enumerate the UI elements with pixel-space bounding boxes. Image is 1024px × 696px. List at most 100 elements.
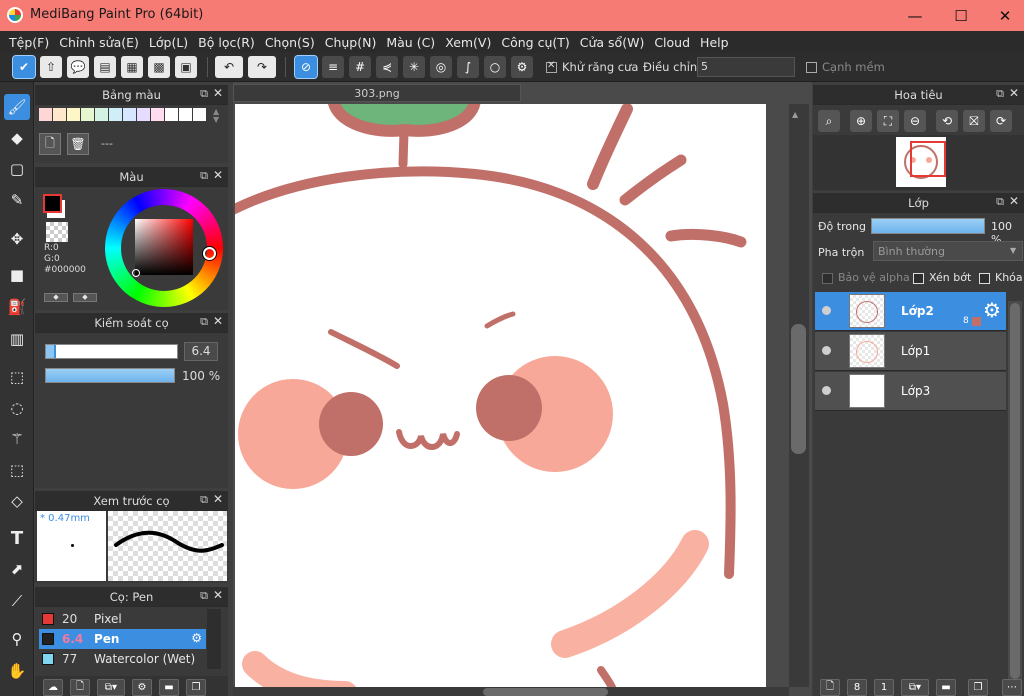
layer-visibility-icon[interactable] bbox=[822, 306, 831, 315]
clipping-checkbox[interactable] bbox=[913, 273, 924, 284]
close-icon[interactable]: ✕ bbox=[213, 168, 223, 182]
hue-wheel[interactable] bbox=[105, 189, 223, 307]
snap-settings-gear-icon[interactable]: ⚙ bbox=[511, 56, 533, 78]
parallel-snap-icon[interactable]: ≡ bbox=[322, 56, 344, 78]
radial-snap-icon[interactable]: ✳ bbox=[403, 56, 425, 78]
redo-icon[interactable]: ↷ bbox=[248, 56, 276, 78]
menu-item[interactable]: Màu (C) bbox=[381, 35, 440, 50]
drawing-canvas[interactable] bbox=[235, 104, 766, 687]
saturation-value-square[interactable] bbox=[135, 219, 193, 275]
menu-item[interactable]: Bộ lọc(R) bbox=[193, 35, 260, 50]
palette-swatch[interactable] bbox=[123, 108, 136, 121]
move-tool-icon[interactable]: ✥ bbox=[4, 226, 30, 252]
trash-icon[interactable]: 🗑 bbox=[67, 133, 89, 155]
foreground-color-swatch[interactable] bbox=[43, 194, 62, 213]
curve-snap-icon[interactable]: ∫ bbox=[457, 56, 479, 78]
brush-cloud-icon[interactable]: ☁ bbox=[43, 679, 63, 696]
duplicate-layer-icon[interactable]: ❐ bbox=[968, 679, 988, 696]
gradient-tool-icon[interactable]: ▥ bbox=[4, 326, 30, 352]
page-icon[interactable]: ▦ bbox=[121, 56, 143, 78]
palette-scroll-arrows[interactable]: ▲ ▼ bbox=[213, 108, 219, 124]
rotate-left-icon[interactable]: ⟲ bbox=[936, 110, 958, 132]
vanishing-point-icon[interactable]: ⋞ bbox=[376, 56, 398, 78]
circle-snap-icon[interactable]: ◎ bbox=[430, 56, 452, 78]
page-manage-icon[interactable]: ▩ bbox=[148, 56, 170, 78]
brush-item[interactable]: 77 Watercolor (Wet) bbox=[39, 649, 206, 669]
select-eraser-tool-icon[interactable]: ◇ bbox=[4, 488, 30, 514]
brush-size-value[interactable]: 6.4 bbox=[184, 342, 218, 361]
fit-screen-icon[interactable]: ⛶ bbox=[877, 110, 899, 132]
close-icon[interactable]: ✕ bbox=[213, 86, 223, 100]
pop-out-icon[interactable]: ⧉ bbox=[200, 589, 208, 603]
bucket-tool-icon[interactable]: ⛽ bbox=[4, 294, 30, 320]
pop-out-icon[interactable]: ⧉ bbox=[200, 87, 208, 101]
hue-handle[interactable] bbox=[203, 247, 216, 260]
pop-out-icon[interactable]: ⧉ bbox=[200, 315, 208, 329]
menu-item[interactable]: Xem(V) bbox=[440, 35, 496, 50]
new-brush-icon[interactable]: 🗋 bbox=[70, 679, 90, 696]
lock-checkbox[interactable] bbox=[979, 273, 990, 284]
menu-item[interactable]: Chỉnh sửa(E) bbox=[54, 35, 144, 50]
layer-row[interactable]: Lớp1 bbox=[815, 332, 1006, 371]
navigator-preview-area[interactable] bbox=[813, 135, 1024, 190]
menu-item[interactable]: Tệp(F) bbox=[4, 35, 54, 50]
palette-swatches[interactable] bbox=[39, 108, 209, 126]
vertical-scroll-thumb[interactable] bbox=[791, 324, 806, 454]
text-tool-icon[interactable]: T bbox=[4, 525, 30, 551]
brush-tool-icon[interactable]: 🖌 bbox=[4, 94, 30, 120]
layer-visibility-icon[interactable] bbox=[822, 386, 831, 395]
soft-edge-checkbox[interactable] bbox=[806, 62, 817, 73]
layer-opacity-slider[interactable] bbox=[871, 218, 985, 234]
minimize-button[interactable]: — bbox=[892, 0, 938, 31]
layer-more-icon[interactable]: ⋯ bbox=[1002, 679, 1022, 696]
add-layer-menu-icon[interactable]: ⧉▾ bbox=[901, 679, 929, 696]
undo-icon[interactable]: ↶ bbox=[215, 56, 243, 78]
new-layer-icon[interactable]: 🗋 bbox=[820, 679, 840, 696]
menu-item[interactable]: Chọn(S) bbox=[260, 35, 320, 50]
layer-visibility-icon[interactable] bbox=[822, 346, 831, 355]
palette-swatch[interactable] bbox=[109, 108, 122, 121]
layer-row[interactable]: Lớp3 bbox=[815, 372, 1006, 411]
scroll-up-icon[interactable]: ▲ bbox=[792, 110, 798, 119]
close-icon[interactable]: ✕ bbox=[1009, 194, 1019, 208]
layer-list-scrollbar[interactable] bbox=[1008, 301, 1022, 681]
fit-all-icon[interactable]: ⛝ bbox=[963, 110, 985, 132]
palette-swatch[interactable] bbox=[95, 108, 108, 121]
horizontal-scrollbar[interactable] bbox=[233, 687, 789, 696]
layer-settings-gear-icon[interactable]: ⚙ bbox=[983, 298, 1001, 322]
palette-swatch[interactable] bbox=[193, 108, 206, 121]
menu-item[interactable]: Cloud bbox=[649, 35, 695, 50]
dot-brush-tool-icon[interactable]: ✎ bbox=[4, 187, 30, 213]
horizontal-scroll-thumb[interactable] bbox=[483, 688, 608, 696]
palette-swatch[interactable] bbox=[81, 108, 94, 121]
close-icon[interactable]: ✕ bbox=[213, 588, 223, 602]
color-picker-handle[interactable] bbox=[132, 269, 140, 277]
grid-icon[interactable]: ▣ bbox=[175, 56, 197, 78]
palette-swatch[interactable] bbox=[151, 108, 164, 121]
eraser-tool-icon[interactable]: ◆ bbox=[4, 125, 30, 151]
brush-settings-gear-icon[interactable]: ⚙ bbox=[191, 631, 202, 645]
chevron-down-icon[interactable]: ▼ bbox=[1010, 246, 1016, 255]
palette-swatch[interactable] bbox=[39, 108, 52, 121]
close-icon[interactable]: ✕ bbox=[213, 492, 223, 506]
brush-list-scrollbar[interactable] bbox=[207, 609, 221, 669]
maximize-button[interactable]: ☐ bbox=[938, 0, 984, 31]
document-tab[interactable]: 303.png bbox=[233, 84, 521, 102]
close-button[interactable]: ✕ bbox=[982, 0, 1024, 31]
correction-select[interactable]: 5 bbox=[697, 57, 795, 77]
magic-wand-tool-icon[interactable]: ⚚ bbox=[4, 426, 30, 452]
brush-add-menu-icon[interactable]: ⧉▾ bbox=[97, 679, 125, 696]
brush-item[interactable]: 6.4 Pen ⚙ bbox=[39, 629, 206, 649]
layer-folder-icon[interactable]: ▬ bbox=[936, 679, 956, 696]
pop-out-icon[interactable]: ⧉ bbox=[200, 169, 208, 183]
eyedropper-tool-icon[interactable]: ⚲ bbox=[4, 626, 30, 652]
select-tool-icon[interactable]: ⬚ bbox=[4, 364, 30, 390]
palette-swatch[interactable] bbox=[67, 108, 80, 121]
rectangle-tool-icon[interactable]: ▢ bbox=[4, 156, 30, 182]
palette-swatch[interactable] bbox=[137, 108, 150, 121]
antialias-checkbox[interactable] bbox=[546, 60, 557, 73]
brush-opacity-slider[interactable] bbox=[45, 368, 175, 383]
new-palette-icon[interactable]: 🗋 bbox=[39, 133, 61, 155]
layer-row[interactable]: Lớp2 8 ⚙ bbox=[815, 292, 1006, 331]
snap-off-icon[interactable]: ⊘ bbox=[294, 55, 318, 79]
